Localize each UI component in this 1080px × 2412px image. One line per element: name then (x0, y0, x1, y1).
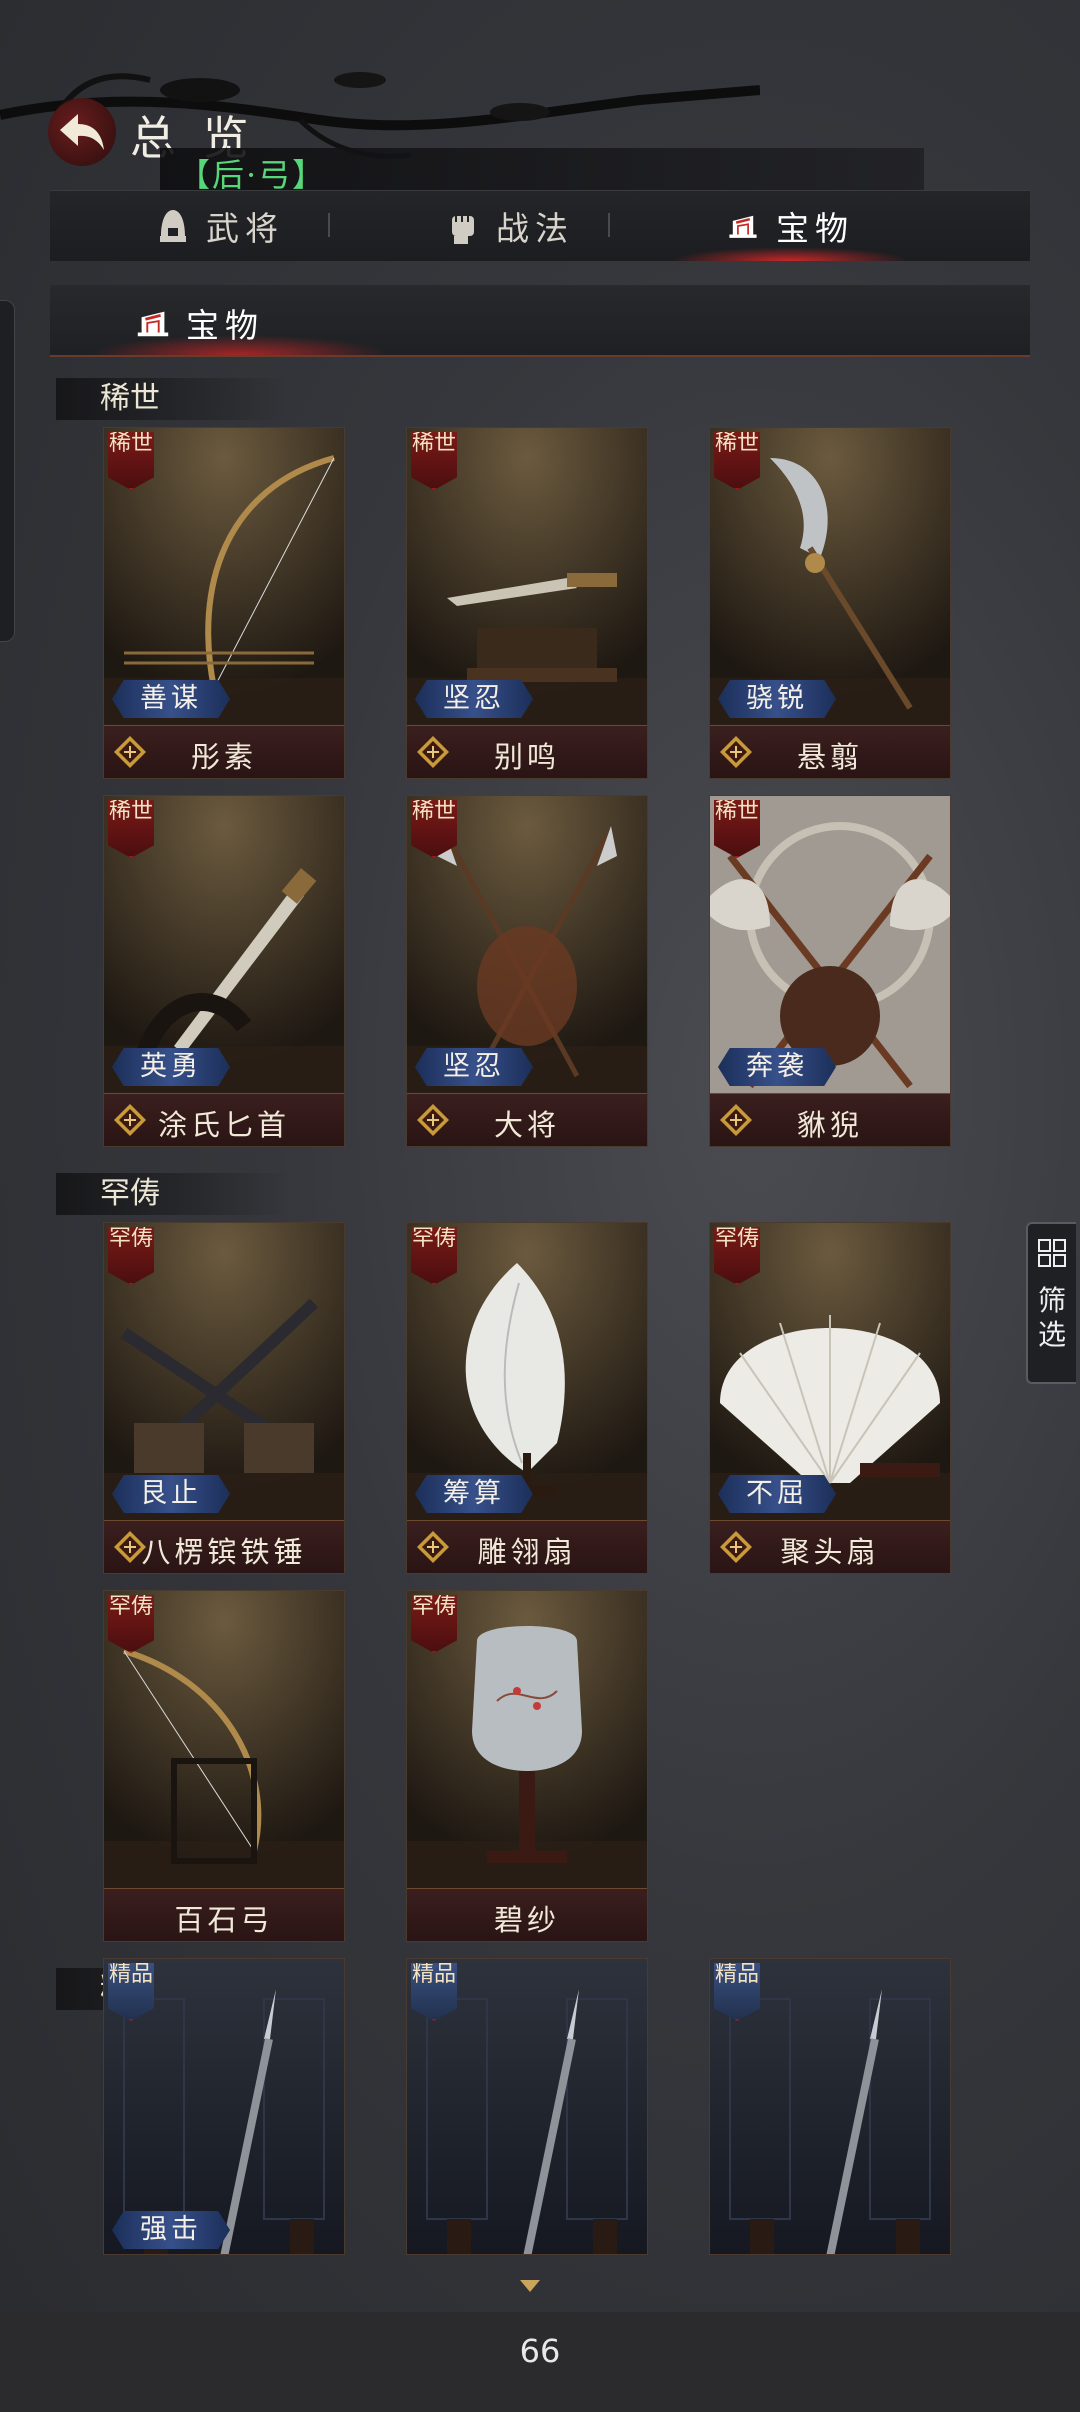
tab-label: 战法 (496, 209, 574, 248)
name-bar: 百石弓 (104, 1888, 344, 1941)
back-button[interactable] (48, 98, 116, 166)
filter-label: 筛选 (1037, 1284, 1066, 1351)
treasure-name: 悬翦 (796, 740, 863, 774)
name-bar: 聚头扇 (710, 1520, 950, 1573)
tab-label: 宝物 (776, 209, 854, 248)
back-arrow-icon (60, 114, 104, 150)
skill-tag: 坚忍 (415, 680, 533, 718)
skill-tag: 英勇 (112, 1048, 230, 1086)
name-bar: 大将 (407, 1093, 647, 1146)
skill-tag: 骁锐 (718, 680, 836, 718)
treasure-name: 百石弓 (174, 1903, 274, 1937)
treasure-card[interactable]: 稀世 骁锐 悬翦 (709, 427, 951, 779)
tab-generals[interactable]: 武将 (70, 191, 370, 261)
tab-divider (328, 213, 330, 237)
name-bar: 涂氏匕首 (104, 1093, 344, 1146)
skill-tag: 不屈 (718, 1475, 836, 1513)
treasure-name: 大将 (493, 1108, 560, 1142)
tab-divider (608, 213, 610, 237)
fist-icon (452, 216, 474, 244)
treasure-icon (729, 215, 757, 238)
scroll-down-indicator-icon (520, 2280, 540, 2292)
tab-treasures[interactable]: 宝物 (640, 191, 940, 261)
filter-grid-icon (1038, 1239, 1066, 1267)
skill-tag: 奔袭 (718, 1048, 836, 1086)
skill-tag: 筹算 (415, 1475, 533, 1513)
category-title-uncommon: 罕俦 (56, 1173, 290, 1215)
treasure-card[interactable]: 精品 强击 (103, 1958, 345, 2255)
name-bar: 雕翎扇 (407, 1520, 647, 1573)
skill-tag: 强击 (112, 2211, 230, 2249)
section-title: 宝物 (186, 306, 264, 345)
treasure-card[interactable]: 稀世 善谋 彤素 (103, 427, 345, 779)
name-bar: 别鸣 (407, 725, 647, 778)
treasure-card[interactable]: 精品 (709, 1958, 951, 2255)
treasure-card[interactable]: 稀世 坚忍 大将 (406, 795, 648, 1147)
treasure-card[interactable]: 稀世 坚忍 别鸣 (406, 427, 648, 779)
name-bar: 碧纱 (407, 1888, 647, 1941)
page-number: 66 (519, 2332, 561, 2370)
treasure-card[interactable]: 罕俦 艮止 八楞镔铁锤 (103, 1222, 345, 1574)
treasure-name: 聚头扇 (780, 1535, 880, 1569)
treasure-card[interactable]: 罕俦 碧纱 (406, 1590, 648, 1942)
name-bar: 貅猊 (710, 1093, 950, 1146)
treasure-name: 碧纱 (493, 1903, 560, 1937)
tab-tactics[interactable]: 战法 (360, 191, 660, 261)
name-bar: 悬翦 (710, 725, 950, 778)
treasure-card[interactable]: 罕俦 不屈 聚头扇 (709, 1222, 951, 1574)
name-bar: 八楞镔铁锤 (104, 1520, 344, 1573)
tab-bar: 武将 战法 宝物 (50, 190, 1030, 261)
filter-button[interactable]: 筛选 (1026, 1222, 1076, 1384)
treasure-name: 别鸣 (493, 740, 560, 774)
skill-tag: 善谋 (112, 680, 230, 718)
treasure-card[interactable]: 精品 (406, 1958, 648, 2255)
skill-tag: 艮止 (112, 1475, 230, 1513)
treasure-name: 雕翎扇 (477, 1535, 577, 1569)
section-header: 宝物 (50, 285, 1030, 357)
treasure-card[interactable]: 罕俦 百石弓 (103, 1590, 345, 1942)
helmet-icon (160, 210, 186, 242)
name-bar: 彤素 (104, 725, 344, 778)
side-drawer-handle[interactable] (0, 300, 15, 642)
treasure-name: 貅猊 (796, 1108, 863, 1142)
treasure-card[interactable]: 稀世 英勇 涂氏匕首 (103, 795, 345, 1147)
treasure-card[interactable]: 罕俦 筹算 雕翎扇 (406, 1222, 648, 1574)
treasure-icon (137, 311, 169, 337)
treasure-name: 涂氏匕首 (157, 1108, 290, 1142)
treasure-name: 八楞镔铁锤 (141, 1535, 307, 1569)
section-label: 宝物 (134, 299, 264, 347)
treasure-card[interactable]: 稀世 奔袭 貅猊 (709, 795, 951, 1147)
category-title-rare: 稀世 (56, 378, 290, 420)
tab-label: 武将 (206, 209, 284, 248)
treasure-name: 彤素 (190, 740, 257, 774)
skill-tag: 坚忍 (415, 1048, 533, 1086)
